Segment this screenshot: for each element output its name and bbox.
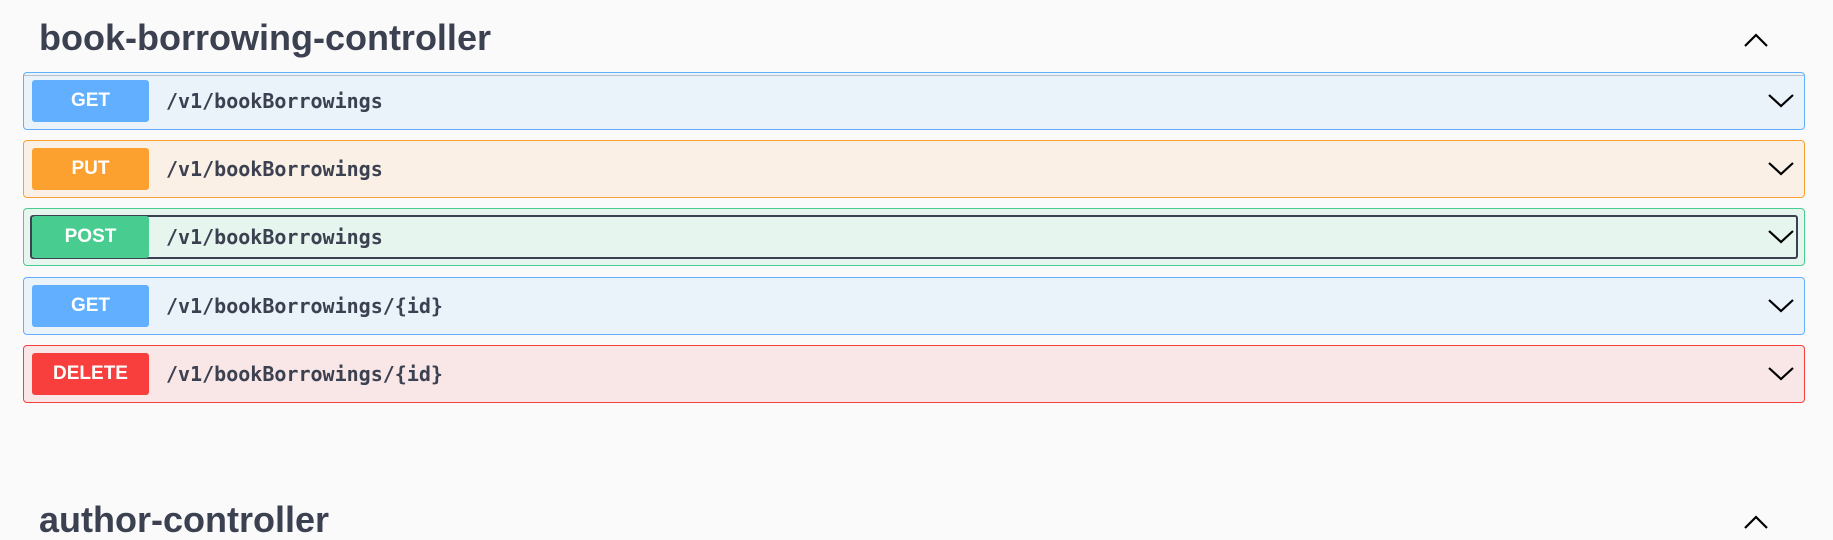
section-header-book-borrowing-controller[interactable]: book-borrowing-controller: [23, 10, 1805, 76]
operation-summary[interactable]: DELETE /v1/bookBorrowings/{id}: [30, 352, 1798, 396]
operation-path: /v1/bookBorrowings: [166, 157, 383, 181]
method-badge-post: POST: [32, 216, 149, 258]
operation-summary[interactable]: GET /v1/bookBorrowings: [30, 79, 1798, 123]
section-title[interactable]: book-borrowing-controller: [39, 16, 491, 60]
method-badge-delete: DELETE: [32, 353, 149, 395]
section-title[interactable]: author-controller: [39, 498, 329, 540]
chevron-down-icon[interactable]: [1766, 362, 1796, 384]
chevron-up-icon[interactable]: [1741, 30, 1771, 50]
operation-summary[interactable]: GET /v1/bookBorrowings/{id}: [30, 284, 1798, 328]
method-badge-get: GET: [32, 285, 149, 327]
chevron-down-icon[interactable]: [1766, 225, 1796, 247]
operation-delete-bookborrowings-id[interactable]: DELETE /v1/bookBorrowings/{id}: [23, 345, 1805, 403]
operation-put-bookborrowings[interactable]: PUT /v1/bookBorrowings: [23, 140, 1805, 198]
operation-summary[interactable]: PUT /v1/bookBorrowings: [30, 147, 1798, 191]
section-header-author-controller[interactable]: author-controller: [23, 492, 1805, 540]
method-badge-get: GET: [32, 80, 149, 122]
operation-path: /v1/bookBorrowings/{id}: [166, 362, 443, 386]
swagger-ui: book-borrowing-controller GET /v1/bookBo…: [0, 0, 1833, 540]
chevron-up-icon[interactable]: [1741, 512, 1771, 532]
chevron-down-icon[interactable]: [1766, 89, 1796, 111]
method-badge-put: PUT: [32, 148, 149, 190]
operation-path: /v1/bookBorrowings/{id}: [166, 294, 443, 318]
operation-path: /v1/bookBorrowings: [166, 89, 383, 113]
chevron-down-icon[interactable]: [1766, 157, 1796, 179]
operation-summary[interactable]: POST /v1/bookBorrowings: [30, 215, 1798, 259]
operation-get-bookborrowings-id[interactable]: GET /v1/bookBorrowings/{id}: [23, 277, 1805, 335]
chevron-down-icon[interactable]: [1766, 294, 1796, 316]
operation-path: /v1/bookBorrowings: [166, 225, 383, 249]
operation-post-bookborrowings[interactable]: POST /v1/bookBorrowings: [23, 208, 1805, 266]
operation-get-bookborrowings[interactable]: GET /v1/bookBorrowings: [23, 72, 1805, 130]
